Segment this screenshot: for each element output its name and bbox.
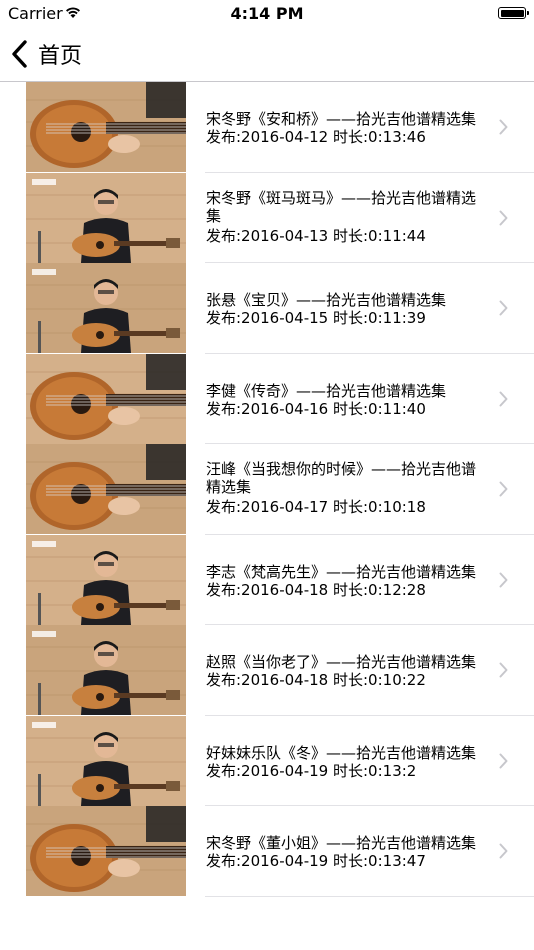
video-thumbnail (26, 534, 186, 625)
chevron-right-icon (499, 572, 508, 587)
video-thumbnail (26, 172, 186, 263)
video-meta: 发布:2016-04-16 时长:0:11:40 (206, 399, 426, 418)
video-thumbnail (26, 715, 186, 806)
video-list-item[interactable]: 好妹妹乐队《冬》——拾光吉他谱精选集 发布:2016-04-19 时长:0:13… (0, 715, 534, 806)
video-title: 宋冬野《董小姐》——拾光吉他谱精选集 (206, 834, 477, 852)
video-title: 李健《传奇》——拾光吉他谱精选集 (206, 381, 447, 400)
chevron-right-icon (499, 391, 508, 406)
chevron-right-icon (499, 753, 508, 768)
video-thumbnail (26, 82, 186, 172)
video-title: 宋冬野《安和桥》——拾光吉他谱精选集 (206, 110, 477, 128)
video-title: 李志《梵高先生》——拾光吉他谱精选集 (206, 562, 477, 581)
video-title: 好妹妹乐队《冬》——拾光吉他谱精选集 (206, 743, 477, 762)
status-bar: Carrier 4:14 PM (0, 0, 534, 28)
navigation-bar: 首页 (0, 28, 534, 82)
video-meta: 发布:2016-04-19 时长:0:13:2 (206, 761, 417, 780)
chevron-right-icon (499, 300, 508, 316)
back-button-label: 首页 (38, 44, 83, 69)
video-title: 宋冬野《斑马斑马》——拾光吉他谱精选集 (206, 188, 477, 225)
video-meta: 发布:2016-04-19 时长:0:13:47 (206, 852, 426, 870)
clock: 4:14 PM (230, 4, 304, 23)
video-thumbnail (26, 806, 186, 896)
video-meta: 发布:2016-04-18 时长:0:12:28 (206, 580, 426, 599)
video-list-item[interactable]: 李志《梵高先生》——拾光吉他谱精选集 发布:2016-04-18 时长:0:12… (0, 534, 534, 625)
video-meta: 发布:2016-04-17 时长:0:10:18 (206, 498, 426, 516)
battery-icon (498, 7, 529, 19)
video-thumbnail (26, 353, 186, 444)
back-button[interactable]: 首页 (10, 36, 82, 72)
video-title: 张悬《宝贝》——拾光吉他谱精选集 (206, 291, 447, 309)
row-separator (205, 895, 534, 897)
video-thumbnail (26, 625, 186, 715)
video-list-item[interactable]: 宋冬野《斑马斑马》——拾光吉他谱精选集 发布:2016-04-13 时长:0:1… (0, 172, 534, 263)
chevron-right-icon (499, 843, 508, 859)
video-meta: 发布:2016-04-13 时长:0:11:44 (206, 226, 426, 245)
chevron-left-icon (12, 40, 27, 68)
video-list-item[interactable]: 李健《传奇》——拾光吉他谱精选集 发布:2016-04-16 时长:0:11:4… (0, 353, 534, 444)
video-list-item[interactable]: 赵照《当你老了》——拾光吉他谱精选集 发布:2016-04-18 时长:0:10… (0, 625, 534, 716)
chevron-right-icon (499, 662, 508, 678)
chevron-right-icon (499, 481, 508, 497)
video-list-item[interactable]: 宋冬野《董小姐》——拾光吉他谱精选集 发布:2016-04-19 时长:0:13… (0, 806, 534, 897)
video-list: 宋冬野《安和桥》——拾光吉他谱精选集 发布:2016-04-12 时长:0:13… (0, 82, 534, 897)
video-title: 汪峰《当我想你的时候》——拾光吉他谱精选集 (206, 460, 477, 496)
video-thumbnail (26, 263, 186, 353)
video-meta: 发布:2016-04-15 时长:0:11:39 (206, 309, 426, 327)
video-meta: 发布:2016-04-18 时长:0:10:22 (206, 671, 426, 689)
video-list-item[interactable]: 汪峰《当我想你的时候》——拾光吉他谱精选集 发布:2016-04-17 时长:0… (0, 444, 534, 535)
chevron-right-icon (499, 119, 508, 135)
video-list-item[interactable]: 张悬《宝贝》——拾光吉他谱精选集 发布:2016-04-15 时长:0:11:3… (0, 263, 534, 354)
video-title: 赵照《当你老了》——拾光吉他谱精选集 (206, 653, 477, 671)
video-thumbnail (26, 444, 186, 534)
video-list-item[interactable]: 宋冬野《安和桥》——拾光吉他谱精选集 发布:2016-04-12 时长:0:13… (0, 82, 534, 173)
chevron-right-icon (499, 210, 508, 225)
video-meta: 发布:2016-04-12 时长:0:13:46 (206, 128, 426, 146)
